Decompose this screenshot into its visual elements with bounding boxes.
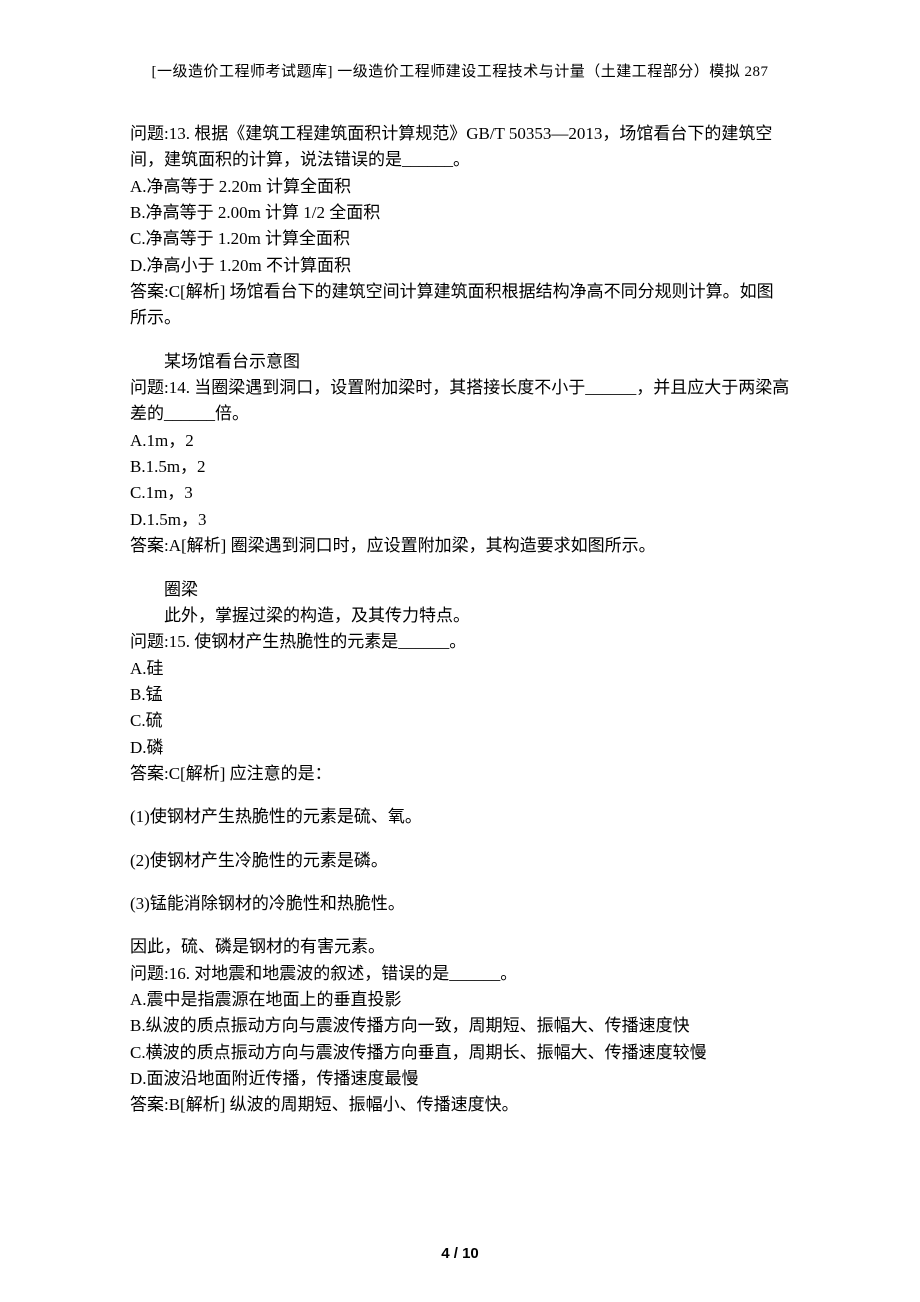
q14-answer: 答案:A[解析] 圈梁遇到洞口时，应设置附加梁，其构造要求如图所示。 (130, 533, 790, 559)
blank-underline: ______ (164, 401, 215, 427)
q14-option-d: D.1.5m，3 (130, 507, 790, 533)
page-number: 4 / 10 (0, 1245, 920, 1262)
q15-prompt: 问题:15. 使钢材产生热脆性的元素是______。 (130, 629, 790, 655)
q13-options: A.净高等于 2.20m 计算全面积 B.净高等于 2.00m 计算 1/2 全… (130, 174, 790, 279)
q15-options: A.硅 B.锰 C.硫 D.磷 (130, 656, 790, 761)
q15-note-1: (1)使钢材产生热脆性的元素是硫、氧。 (130, 804, 790, 830)
q13-prompt: 问题:13. 根据《建筑工程建筑面积计算规范》GB/T 50353—2013，场… (130, 121, 790, 174)
q14-option-a: A.1m，2 (130, 428, 790, 454)
document-page: [一级造价工程师考试题库] 一级造价工程师建设工程技术与计量（土建工程部分）模拟… (0, 0, 920, 1302)
q13-option-d: D.净高小于 1.20m 不计算面积 (130, 253, 790, 279)
q16-answer: 答案:B[解析] 纵波的周期短、振幅小、传播速度快。 (130, 1092, 790, 1118)
q13-option-c: C.净高等于 1.20m 计算全面积 (130, 226, 790, 252)
q15-prompt-text-b: 。 (449, 632, 466, 651)
document-content: 问题:13. 根据《建筑工程建筑面积计算规范》GB/T 50353—2013，场… (130, 121, 790, 1119)
q14-option-c: C.1m，3 (130, 480, 790, 506)
q15-option-b: B.锰 (130, 682, 790, 708)
q13-option-b: B.净高等于 2.00m 计算 1/2 全面积 (130, 200, 790, 226)
blank-underline: ______ (402, 147, 453, 173)
q14-prompt-text-a: 问题:14. 当圈梁遇到洞口，设置附加梁时，其搭接长度不小于 (130, 378, 585, 397)
q14-options: A.1m，2 B.1.5m，2 C.1m，3 D.1.5m，3 (130, 428, 790, 533)
blank-underline: ______ (449, 961, 500, 987)
q16-option-b: B.纵波的质点振动方向与震波传播方向一致，周期短、振幅大、传播速度快 (130, 1013, 790, 1039)
q16-option-d: D.面波沿地面附近传播，传播速度最慢 (130, 1066, 790, 1092)
q13-prompt-text-b: 。 (453, 150, 470, 169)
q16-prompt: 问题:16. 对地震和地震波的叙述，错误的是______。 (130, 961, 790, 987)
q14-prompt: 问题:14. 当圈梁遇到洞口，设置附加梁时，其搭接长度不小于______，并且应… (130, 375, 790, 428)
q13-figure-label: 某场馆看台示意图 (130, 349, 790, 375)
q16-options: A.震中是指震源在地面上的垂直投影 B.纵波的质点振动方向与震波传播方向一致，周… (130, 987, 790, 1092)
q14-option-b: B.1.5m，2 (130, 454, 790, 480)
q15-note-3: (3)锰能消除钢材的冷脆性和热脆性。 (130, 891, 790, 917)
q16-prompt-text-b: 。 (500, 964, 517, 983)
blank-underline: ______ (585, 375, 636, 401)
q15-prompt-text-a: 问题:15. 使钢材产生热脆性的元素是 (130, 632, 398, 651)
q15-note-2: (2)使钢材产生冷脆性的元素是磷。 (130, 848, 790, 874)
q15-option-c: C.硫 (130, 708, 790, 734)
q16-option-c: C.横波的质点振动方向与震波传播方向垂直，周期长、振幅大、传播速度较慢 (130, 1040, 790, 1066)
q15-option-d: D.磷 (130, 735, 790, 761)
q14-prompt-text-c: 倍。 (215, 404, 249, 423)
blank-underline: ______ (398, 629, 449, 655)
q14-note: 此外，掌握过梁的构造，及其传力特点。 (130, 603, 790, 629)
page-header: [一级造价工程师考试题库] 一级造价工程师建设工程技术与计量（土建工程部分）模拟… (130, 60, 790, 81)
q15-option-a: A.硅 (130, 656, 790, 682)
q16-prompt-text-a: 问题:16. 对地震和地震波的叙述，错误的是 (130, 964, 449, 983)
q14-figure-label: 圈梁 (130, 577, 790, 603)
q13-answer: 答案:C[解析] 场馆看台下的建筑空间计算建筑面积根据结构净高不同分规则计算。如… (130, 279, 790, 332)
q15-note-4: 因此，硫、磷是钢材的有害元素。 (130, 934, 790, 960)
q16-option-a: A.震中是指震源在地面上的垂直投影 (130, 987, 790, 1013)
q15-answer: 答案:C[解析] 应注意的是： (130, 761, 790, 787)
q13-option-a: A.净高等于 2.20m 计算全面积 (130, 174, 790, 200)
